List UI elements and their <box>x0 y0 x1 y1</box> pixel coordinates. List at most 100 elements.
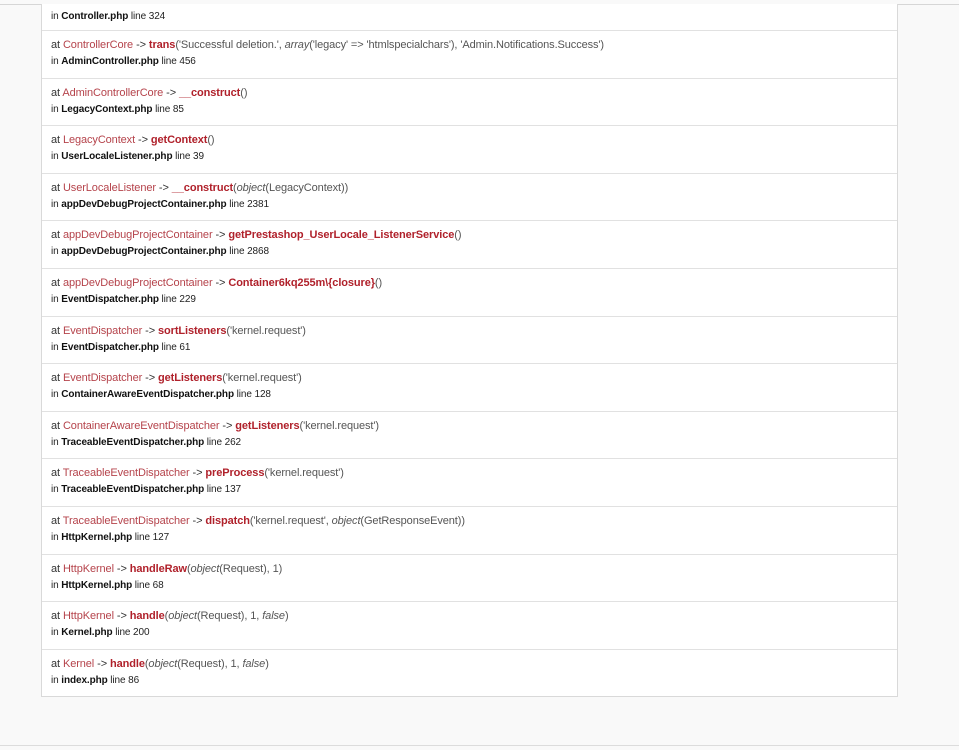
file-name: HttpKernel.php <box>61 531 133 543</box>
class-name-link[interactable]: ControllerCore <box>63 39 133 51</box>
trace-frame: at TraceableEventDispatcher -> dispatch(… <box>42 505 897 554</box>
call-arrow: -> <box>222 419 233 432</box>
file-name: AdminController.php <box>61 56 159 67</box>
trace-file-line: in HttpKernel.php line 68 <box>51 579 897 592</box>
line-number: line 200 <box>115 627 150 639</box>
argument-token: (GetResponseEvent) <box>360 514 462 527</box>
trace-file-line: in EventDispatcher.php line 61 <box>51 341 897 354</box>
trace-frame: at appDevDebugProjectContainer -> getPre… <box>42 220 897 268</box>
at-label: at <box>51 86 60 99</box>
call-arrow: -> <box>166 86 177 99</box>
file-name: Controller.php <box>61 11 129 22</box>
at-label: at <box>51 562 60 575</box>
call-arguments: () <box>454 229 461 241</box>
at-label: at <box>51 419 60 432</box>
method-name: getPrestashop_UserLocale_ListenerService <box>228 229 455 242</box>
at-label: at <box>51 657 60 670</box>
class-name-link[interactable]: HttpKernel <box>63 563 114 575</box>
call-arguments: (object(LegacyContext)) <box>233 182 348 194</box>
file-name: EventDispatcher.php <box>61 341 159 353</box>
class-name-link[interactable]: UserLocaleListener <box>63 182 156 194</box>
trace-call-line: at AdminControllerCore -> __construct() <box>51 86 897 100</box>
class-name-link[interactable]: appDevDebugProjectContainer <box>63 229 213 241</box>
file-name: appDevDebugProjectContainer.php <box>61 198 227 210</box>
file-name: LegacyContext.php <box>61 103 153 115</box>
line-number: line 68 <box>134 579 164 591</box>
file-name: TraceableEventDispatcher.php <box>61 436 205 448</box>
at-label: at <box>51 610 60 623</box>
file-name: UserLocaleListener.php <box>61 151 173 163</box>
file-name: TraceableEventDispatcher.php <box>61 484 205 496</box>
stack-trace-panel: in Controller.php line 324 at Controller… <box>41 4 898 698</box>
line-number: line 39 <box>175 151 204 163</box>
in-label: in <box>51 103 59 115</box>
trace-file-line: in TraceableEventDispatcher.php line 137 <box>51 483 897 496</box>
at-label: at <box>51 372 60 385</box>
trace-frame: at TraceableEventDispatcher -> preProces… <box>42 458 897 506</box>
args-close-paren: ) <box>344 181 349 194</box>
call-arguments: (object(Request), 1, false) <box>165 610 289 622</box>
at-label: at <box>51 229 60 242</box>
args-close-paren: ) <box>600 39 604 51</box>
in-label: in <box>51 341 59 353</box>
trace-call-line: at HttpKernel -> handleRaw(object(Reques… <box>51 562 897 576</box>
trace-frame: in Controller.php line 324 <box>42 4 897 30</box>
line-number: line 137 <box>206 484 242 496</box>
trace-frame: at LegacyContext -> getContext() in UserL… <box>42 125 897 173</box>
class-name-link[interactable]: TraceableEventDispatcher <box>63 515 190 527</box>
in-label: in <box>51 531 59 543</box>
in-label: in <box>51 198 59 210</box>
method-name: getListeners <box>235 419 300 432</box>
trace-file-line: in ContainerAwareEventDispatcher.php lin… <box>51 388 897 401</box>
args-close-paren: ) <box>375 419 379 432</box>
argument-token: 'kernel.request' <box>229 324 303 337</box>
argument-token: (Request), 1, <box>177 657 243 670</box>
call-arguments: (object(Request), 1) <box>187 563 282 575</box>
args-close-paren: ) <box>457 229 462 242</box>
file-name: appDevDebugProjectContainer.php <box>61 246 227 258</box>
call-arguments: ('kernel.request') <box>299 419 379 432</box>
trace-frame: at EventDispatcher -> sortListeners('ker… <box>42 315 897 364</box>
trace-file-line: in AdminController.php line 456 <box>51 55 897 68</box>
in-label: in <box>51 579 59 591</box>
method-name: __construct <box>171 181 234 194</box>
argument-token: 'Successful deletion.', <box>178 39 285 51</box>
method-name: Container6kq255m\{closure} <box>228 276 375 289</box>
class-name-link[interactable]: HttpKernel <box>63 610 114 622</box>
call-arguments: ('kernel.request') <box>264 467 344 480</box>
class-name-link[interactable]: LegacyContext <box>63 134 135 146</box>
method-name: handleRaw <box>129 562 187 575</box>
args-close-paren: ) <box>302 324 306 337</box>
trace-file-line: in Controller.php line 324 <box>51 10 897 23</box>
file-name: index.php <box>61 674 108 686</box>
method-name: handle <box>109 657 145 670</box>
argument-token: object <box>236 181 266 194</box>
call-arrow: -> <box>116 562 127 575</box>
class-name-link[interactable]: EventDispatcher <box>63 372 142 384</box>
class-name-link[interactable]: AdminControllerCore <box>62 87 163 99</box>
line-number: line 2868 <box>229 246 269 258</box>
class-name-link[interactable]: TraceableEventDispatcher <box>63 467 190 479</box>
class-name-link[interactable]: Kernel <box>63 658 94 670</box>
class-name-link[interactable]: EventDispatcher <box>63 325 142 337</box>
trace-call-line: at Kernel -> handle(object(Request), 1, … <box>51 657 897 671</box>
args-close-paren: ) <box>278 562 283 575</box>
in-label: in <box>51 151 59 163</box>
args-close-paren: ) <box>340 467 344 480</box>
trace-file-line: in HttpKernel.php line 127 <box>51 531 897 544</box>
at-label: at <box>51 467 60 480</box>
argument-token: 'kernel.request' <box>225 372 299 385</box>
call-arguments: ('Successful deletion.', array('legacy' … <box>175 39 604 51</box>
argument-token: object <box>148 657 178 670</box>
class-name-link[interactable]: appDevDebugProjectContainer <box>63 277 213 289</box>
class-name-link[interactable]: ContainerAwareEventDispatcher <box>63 420 220 432</box>
trace-call-line: at appDevDebugProjectContainer -> Contai… <box>51 276 897 290</box>
at-label: at <box>51 181 60 194</box>
line-number: line 127 <box>134 531 170 543</box>
method-name: getContext <box>150 134 208 147</box>
line-number: line 262 <box>206 436 242 448</box>
trace-call-line: at HttpKernel -> handle(object(Request),… <box>51 609 897 623</box>
call-arrow: -> <box>215 229 226 242</box>
argument-token: 'kernel.request' <box>267 467 341 480</box>
in-label: in <box>51 484 59 496</box>
